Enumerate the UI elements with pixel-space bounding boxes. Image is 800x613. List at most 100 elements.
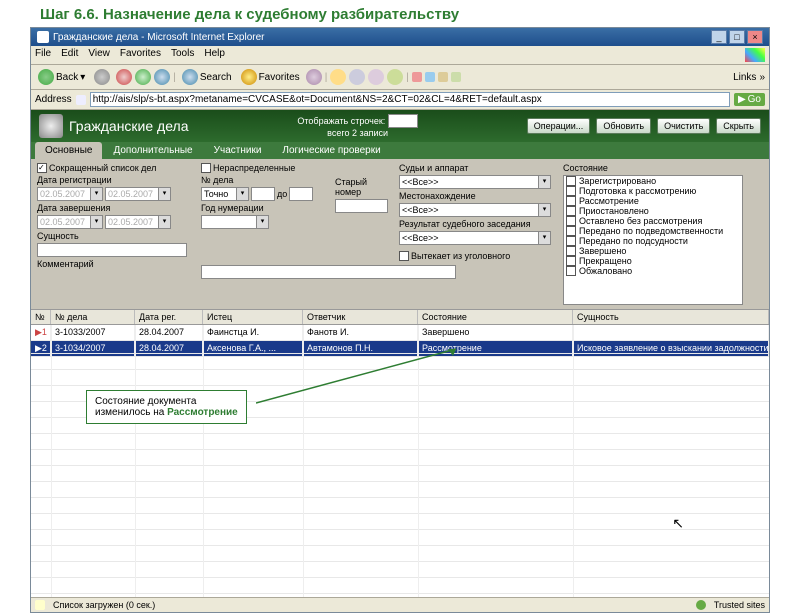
window-titlebar: Гражданские дела - Microsoft Internet Ex… — [31, 28, 769, 46]
maximize-button[interactable]: □ — [729, 30, 745, 44]
menu-view[interactable]: View — [88, 48, 110, 62]
page-icon — [76, 95, 86, 105]
tab-additional[interactable]: Дополнительные — [103, 142, 202, 159]
result-label: Результат судебного заседания — [399, 219, 559, 229]
print-icon[interactable] — [349, 69, 365, 85]
result-select[interactable]: <<Все>> — [399, 231, 539, 245]
back-icon — [38, 69, 54, 85]
exact-select[interactable]: Точно — [201, 187, 237, 201]
refresh-icon[interactable] — [135, 69, 151, 85]
state-option[interactable]: Подготовка к рассмотрению — [564, 186, 742, 196]
toolbar-ext-1-icon[interactable] — [412, 72, 422, 82]
tab-participants[interactable]: Участники — [204, 142, 272, 159]
browser-window: Гражданские дела - Microsoft Internet Ex… — [30, 27, 770, 613]
address-input[interactable] — [90, 92, 730, 107]
ie-logo-icon — [745, 48, 765, 62]
filter-tabs: Основные Дополнительные Участники Логиче… — [31, 142, 769, 159]
go-button[interactable]: ▶ Go — [734, 93, 765, 106]
col-essence[interactable]: Сущность — [573, 310, 769, 324]
rows-select[interactable]: 10 — [388, 114, 418, 128]
col-date[interactable]: Дата рег. — [135, 310, 203, 324]
home-icon[interactable] — [154, 69, 170, 85]
judges-label: Судьи и аппарат — [399, 163, 559, 173]
short-list-label: Сокращенный список дел — [49, 163, 156, 173]
from-criminal-checkbox[interactable] — [399, 251, 409, 261]
comment-label: Комментарий — [37, 259, 197, 269]
state-option[interactable]: Оставлено без рассмотрения — [564, 216, 742, 226]
filter-panel: Сокращенный список дел Дата регистрации … — [31, 159, 769, 309]
mail-icon[interactable] — [330, 69, 346, 85]
search-icon — [182, 69, 198, 85]
col-case-no[interactable]: № дела — [51, 310, 135, 324]
forward-button[interactable] — [91, 68, 113, 86]
menu-favorites[interactable]: Favorites — [120, 48, 161, 62]
unassigned-checkbox[interactable] — [201, 163, 211, 173]
state-option[interactable]: Завершено — [564, 246, 742, 256]
toolbar-ext-2-icon[interactable] — [425, 72, 435, 82]
date-end-to[interactable]: 02.05.2007 — [105, 215, 159, 229]
state-option[interactable]: Передано по подсудности — [564, 236, 742, 246]
case-no-to-input[interactable] — [289, 187, 313, 201]
date-reg-from[interactable]: 02.05.2007 — [37, 187, 91, 201]
operations-button[interactable]: Операции... — [527, 118, 591, 134]
app-title: Гражданские дела — [69, 118, 189, 134]
links-label[interactable]: Links — [733, 72, 756, 83]
toolbar-ext-3-icon[interactable] — [438, 72, 448, 82]
state-option[interactable]: Зарегистрировано — [564, 176, 742, 186]
old-no-input[interactable] — [335, 199, 388, 213]
date-reg-to[interactable]: 02.05.2007 — [105, 187, 159, 201]
search-button[interactable]: Search — [179, 68, 235, 86]
clear-button[interactable]: Очистить — [657, 118, 710, 134]
menu-file[interactable]: File — [35, 48, 51, 62]
app-main-icon — [39, 114, 63, 138]
tab-main[interactable]: Основные — [35, 142, 102, 159]
refresh-button[interactable]: Обновить — [596, 118, 651, 134]
location-select[interactable]: <<Все>> — [399, 203, 539, 217]
entity-input[interactable] — [37, 243, 187, 257]
short-list-checkbox[interactable] — [37, 163, 47, 173]
case-no-label: № дела — [201, 175, 331, 185]
from-criminal-label: Вытекает из уголовного — [411, 251, 510, 261]
edit-icon[interactable] — [368, 69, 384, 85]
col-state[interactable]: Состояние — [418, 310, 573, 324]
tab-checks[interactable]: Логические проверки — [272, 142, 390, 159]
state-option[interactable]: Передано по подведомственности — [564, 226, 742, 236]
menu-bar: File Edit View Favorites Tools Help — [31, 46, 769, 65]
toolbar-ext-4-icon[interactable] — [451, 72, 461, 82]
state-option[interactable]: Приостановлено — [564, 206, 742, 216]
app-icon — [37, 31, 49, 43]
case-no-input[interactable] — [251, 187, 275, 201]
col-plaintiff[interactable]: Истец — [203, 310, 303, 324]
judges-select[interactable]: <<Все>> — [399, 175, 539, 189]
menu-tools[interactable]: Tools — [171, 48, 194, 62]
favorites-button[interactable]: Favorites — [238, 68, 303, 86]
num-year-select[interactable] — [201, 215, 257, 229]
grid-body: ▶1 3-1033/2007 28.04.2007 Фаинстца И. Фа… — [31, 325, 769, 597]
state-option[interactable]: Прекращено — [564, 256, 742, 266]
rows-label: Отображать строчек: — [297, 116, 385, 126]
window-title: Гражданские дела - Microsoft Internet Ex… — [53, 32, 265, 43]
star-icon — [241, 69, 257, 85]
back-button[interactable]: Back ▾ — [35, 68, 88, 86]
state-list[interactable]: ЗарегистрированоПодготовка к рассмотрени… — [563, 175, 743, 305]
history-icon[interactable] — [306, 69, 322, 85]
stop-icon[interactable] — [116, 69, 132, 85]
menu-edit[interactable]: Edit — [61, 48, 78, 62]
trusted-icon — [696, 600, 706, 610]
date-end-label: Дата завершения — [37, 203, 197, 213]
state-label: Состояние — [563, 163, 743, 173]
close-button[interactable]: × — [747, 30, 763, 44]
state-option[interactable]: Рассмотрение — [564, 196, 742, 206]
col-defendant[interactable]: Ответчик — [303, 310, 418, 324]
date-end-from[interactable]: 02.05.2007 — [37, 215, 91, 229]
minimize-button[interactable]: _ — [711, 30, 727, 44]
chat-icon[interactable] — [387, 69, 403, 85]
total-records: всего 2 записи — [327, 128, 388, 138]
table-row[interactable]: ▶1 3-1033/2007 28.04.2007 Фаинстца И. Фа… — [31, 325, 769, 341]
hide-button[interactable]: Скрыть — [716, 118, 761, 134]
state-option[interactable]: Обжаловано — [564, 266, 742, 276]
menu-help[interactable]: Help — [204, 48, 225, 62]
col-index[interactable]: № — [31, 310, 51, 324]
page-title: Шаг 6.6. Назначение дела к судебному раз… — [0, 0, 800, 27]
app-header: Гражданские дела Отображать строчек: 10 … — [31, 110, 769, 142]
